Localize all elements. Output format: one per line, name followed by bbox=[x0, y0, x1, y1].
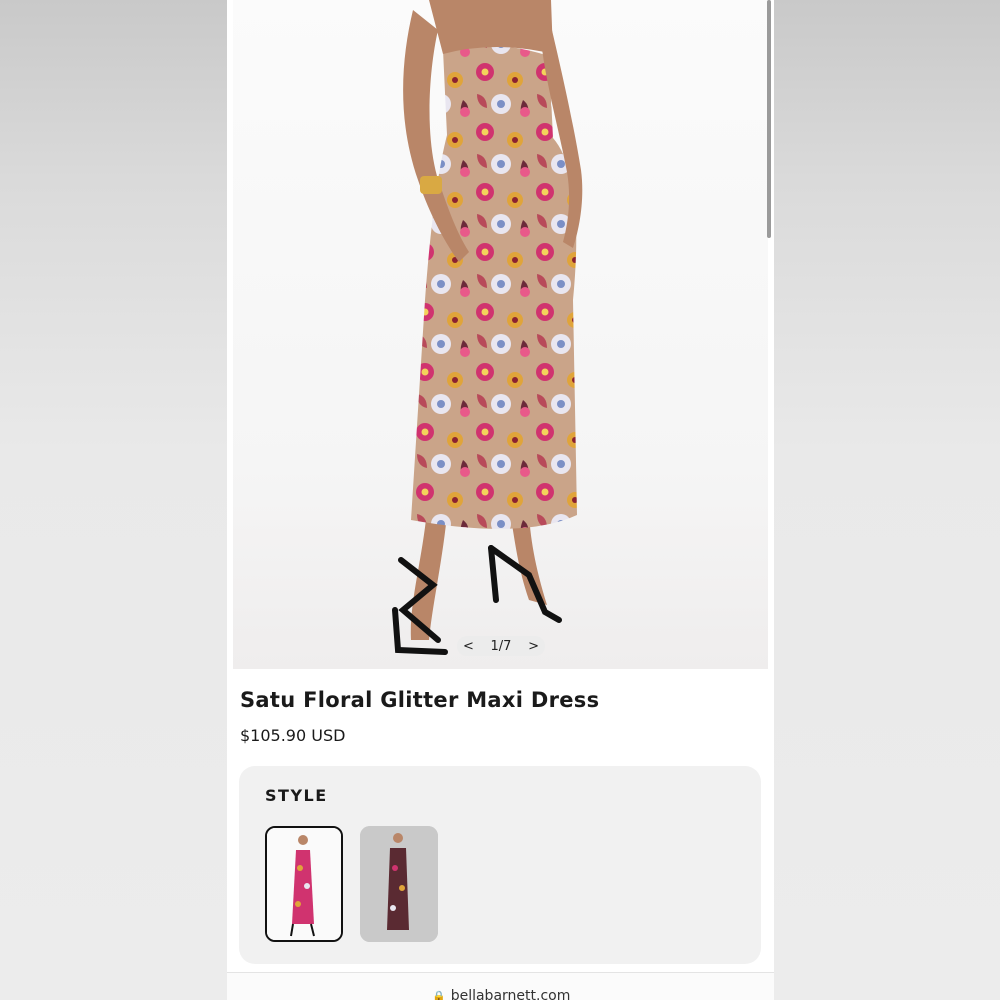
page-scrollbar[interactable] bbox=[767, 0, 771, 238]
image-counter-text: 1/7 bbox=[490, 638, 512, 654]
style-label: STYLE bbox=[265, 786, 328, 805]
prev-image-button[interactable]: < bbox=[463, 639, 474, 654]
product-photo bbox=[392, 0, 583, 655]
style-thumbnail-1 bbox=[267, 828, 341, 940]
image-counter: < 1/7 > bbox=[457, 636, 545, 656]
style-thumbnail-2 bbox=[360, 826, 438, 942]
url-text: bellabarnett.com bbox=[450, 988, 571, 1000]
product-title: Satu Floral Glitter Maxi Dress bbox=[240, 688, 600, 712]
style-option-alt[interactable] bbox=[360, 826, 438, 942]
style-selector: STYLE bbox=[239, 766, 761, 964]
product-image-gallery[interactable]: < 1/7 > bbox=[233, 0, 768, 669]
url-display[interactable]: 🔒 bellabarnett.com bbox=[432, 988, 570, 1000]
lock-icon: 🔒 bbox=[432, 989, 446, 1000]
phone-screen: < 1/7 > Satu Floral Glitter Maxi Dress $… bbox=[227, 0, 774, 1000]
product-price: $105.90 USD bbox=[240, 726, 346, 745]
style-option-selected[interactable] bbox=[265, 826, 343, 942]
browser-address-bar[interactable]: 🔒 bellabarnett.com bbox=[227, 972, 774, 1000]
next-image-button[interactable]: > bbox=[528, 639, 539, 654]
